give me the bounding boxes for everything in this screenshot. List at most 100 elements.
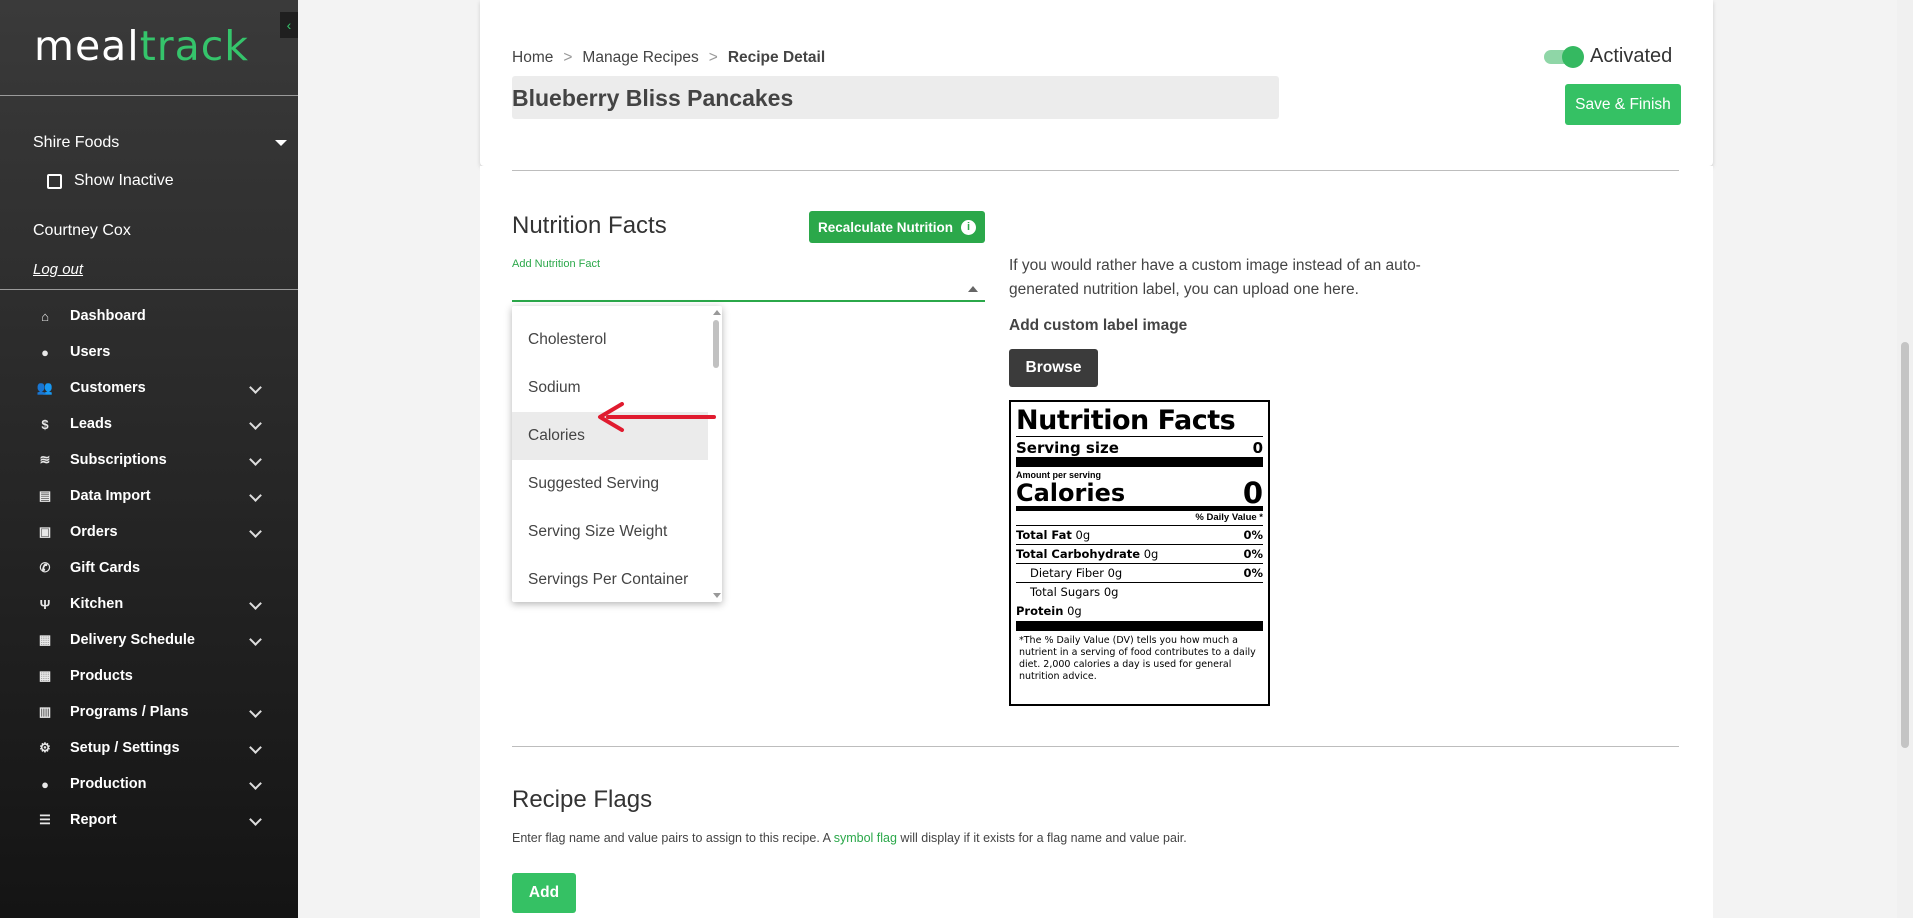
chevron-down-icon[interactable] [249,453,262,466]
red-arrow-annotation [598,402,716,432]
sidebar-item-programs-plans[interactable]: ▥ Programs / Plans [0,694,298,730]
calendar-icon: ▦ [38,632,52,647]
logo[interactable]: mealtrack [34,22,249,70]
label-fiber-dv: 0% [1243,566,1263,580]
browse-button[interactable]: Browse [1009,349,1098,387]
sidebar-item-dashboard[interactable]: ⌂ Dashboard [0,298,298,334]
sidebar-item-label: Subscriptions [70,452,167,468]
label-total-fat-dv: 0% [1243,528,1263,542]
sidebar-item-users[interactable]: ● Users [0,334,298,370]
dropdown-scroll-thumb[interactable] [713,320,719,368]
sidebar-item-label: Orders [70,524,118,540]
label-calories-row: Calories 0 [1016,476,1263,511]
chevron-down-icon[interactable] [249,417,262,430]
label-dv-header: % Daily Value * [1016,511,1263,526]
chevron-down-icon[interactable] [249,777,262,790]
label-serving-size: Serving size [1016,439,1119,457]
chevron-down-icon[interactable] [249,633,262,646]
collapse-sidebar-icon[interactable]: ‹ [280,12,298,38]
sidebar-item-subscriptions[interactable]: ≋ Subscriptions [0,442,298,478]
label-fiber-row: Dietary Fiber 0g 0% [1016,564,1263,583]
calendar-icon: ▦ [38,668,52,683]
chevron-down-icon[interactable] [249,597,262,610]
label-total-fat: Total Fat [1016,528,1072,542]
save-finish-button[interactable]: Save & Finish [1565,84,1681,125]
label-calories-value: 0 [1242,476,1263,510]
header-card: Home > Manage Recipes > Recipe Detail Bl… [480,0,1713,166]
nutrition-facts-heading: Nutrition Facts [512,212,667,239]
breadcrumb-manage-recipes[interactable]: Manage Recipes [582,49,698,67]
dropdown-scrollbar[interactable] [710,306,722,602]
page-scrollbar[interactable] [1897,0,1913,918]
sidebar-item-production[interactable]: ● Production [0,766,298,802]
logo-part-track: track [139,22,250,70]
sidebar-item-products[interactable]: ▦ Products [0,658,298,694]
activated-label: Activated [1590,45,1673,67]
sidebar-item-report[interactable]: ☰ Report [0,802,298,838]
scroll-up-icon[interactable] [713,310,721,315]
show-inactive-label: Show Inactive [74,172,174,189]
label-title: Nutrition Facts [1016,406,1263,437]
label-fiber-value: 0g [1107,566,1123,580]
chevron-down-icon[interactable] [249,705,262,718]
add-flag-button[interactable]: Add [512,873,576,913]
label-total-fat-row: Total Fat 0g 0% [1016,526,1263,545]
label-total-carb-dv: 0% [1243,547,1263,561]
chevron-down-icon[interactable] [249,741,262,754]
recipe-title-field[interactable]: Blueberry Bliss Pancakes [512,76,1279,119]
chevron-down-icon[interactable] [249,489,262,502]
sidebar-item-label: Data Import [70,488,151,504]
flags-desc-text-end: will display if it exists for a flag nam… [896,831,1187,845]
chevron-down-icon[interactable] [249,381,262,394]
scroll-down-icon[interactable] [713,593,721,598]
toggle-knob [1562,46,1584,68]
dropdown-option-cholesterol[interactable]: Cholesterol [512,316,708,364]
add-nutrition-fact-select[interactable] [512,272,985,302]
home-icon: ⌂ [41,308,49,324]
utensils-icon: Ψ [39,596,51,612]
label-serving-value: 0 [1252,439,1263,457]
dropdown-option-suggested-serving[interactable]: Suggested Serving [512,460,708,508]
label-total-fat-value: 0g [1075,528,1091,542]
dropdown-option-serving-size-weight[interactable]: Serving Size Weight [512,508,708,556]
sidebar-item-data-import[interactable]: ▤ Data Import [0,478,298,514]
file-icon: ▤ [38,488,52,503]
info-icon: i [961,219,977,235]
breadcrumb-home[interactable]: Home [512,49,553,67]
symbol-flag-link[interactable]: symbol flag [834,831,897,845]
sidebar-item-setup-settings[interactable]: ⚙ Setup / Settings [0,730,298,766]
recalculate-nutrition-button[interactable]: Recalculate Nutrition i [809,211,985,243]
dropdown-option-servings-per-container[interactable]: Servings Per Container [512,556,708,602]
sidebar-item-leads[interactable]: $ Leads [0,406,298,442]
label-total-carb-row: Total Carbohydrate 0g 0% [1016,545,1263,564]
label-sugars: Total Sugars [1030,585,1101,599]
logout-link[interactable]: Log out [33,261,83,278]
sidebar-item-gift-cards[interactable]: ✆ Gift Cards [0,550,298,586]
sidebar-divider [0,95,298,96]
section-divider [512,170,1679,171]
page-scroll-thumb[interactable] [1901,342,1909,748]
sidebar-item-delivery-schedule[interactable]: ▦ Delivery Schedule [0,622,298,658]
label-total-carb-value: 0g [1143,547,1159,561]
label-protein: Protein [1016,604,1064,618]
activated-toggle[interactable] [1544,46,1584,68]
sidebar-divider [0,289,298,290]
sidebar-item-label: Leads [70,416,112,432]
sidebar-nav: ⌂ Dashboard ● Users 👥 Customers $ Leads ≋ Subscri… [0,298,298,838]
company-selector[interactable]: Shire Foods [33,134,119,152]
chevron-down-icon[interactable] [249,813,262,826]
sidebar-item-kitchen[interactable]: Ψ Kitchen [0,586,298,622]
label-serving-row: Serving size 0 [1016,437,1263,467]
sidebar-item-orders[interactable]: ▣ Orders [0,514,298,550]
sidebar-item-label: Production [70,776,147,792]
user-icon: ● [41,776,49,792]
show-inactive-checkbox[interactable] [47,173,62,189]
chevron-down-icon[interactable] [249,525,262,538]
show-inactive-toggle[interactable]: Show Inactive [47,172,174,190]
sidebar-item-customers[interactable]: 👥 Customers [0,370,298,406]
caret-up-icon[interactable] [968,286,978,292]
recalculate-label: Recalculate Nutrition [817,219,954,235]
sidebar-item-label: Programs / Plans [70,704,189,720]
caret-down-icon[interactable] [275,140,287,146]
user-icon: ● [41,344,49,360]
